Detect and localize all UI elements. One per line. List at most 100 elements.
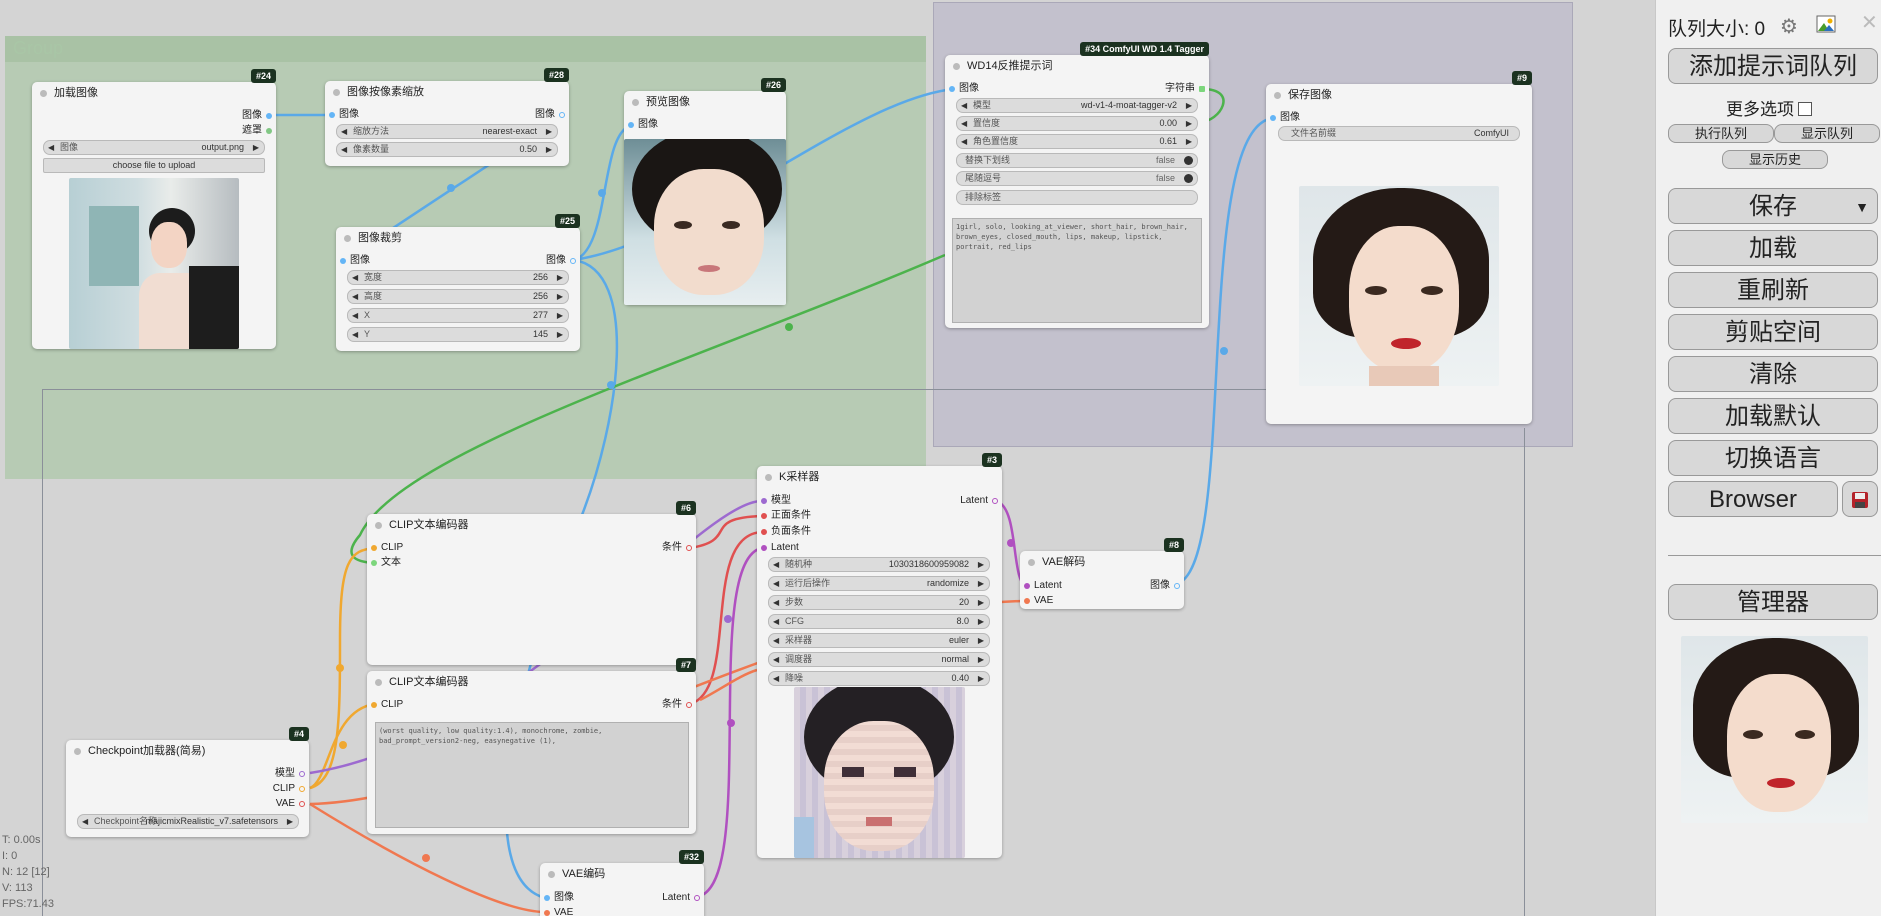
output-model[interactable]: 模型 <box>275 768 305 780</box>
socket-dot[interactable] <box>299 786 305 792</box>
output-mask[interactable]: 遮罩 <box>242 125 272 137</box>
widget-scheduler[interactable]: ◀ 调度器 normal ▶ <box>768 652 990 667</box>
right-arrow-icon[interactable]: ▶ <box>546 143 552 156</box>
toggle-trailing-comma[interactable]: 尾随逗号 false <box>956 171 1198 186</box>
socket-dot[interactable] <box>371 702 377 708</box>
node-ksampler[interactable]: #3 K采样器 模型 正面条件 负面条件 Latent Latent ◀ 随机种 1… <box>757 453 1002 858</box>
left-arrow-icon[interactable]: ◀ <box>48 141 54 154</box>
socket-dot[interactable] <box>544 895 550 901</box>
load-button[interactable]: 加载 <box>1668 230 1878 266</box>
dropdown-arrow-icon[interactable]: ▼ <box>1855 189 1869 225</box>
input-model[interactable]: 模型 <box>761 495 791 507</box>
save-button[interactable]: 保存 ▼ <box>1668 188 1878 224</box>
node-title[interactable]: 保存图像 <box>1266 84 1532 106</box>
socket-dot[interactable] <box>628 122 634 128</box>
left-arrow-icon[interactable]: ◀ <box>352 290 358 303</box>
left-arrow-icon[interactable]: ◀ <box>773 634 779 647</box>
output-vae[interactable]: VAE <box>276 798 305 810</box>
node-title[interactable]: WD14反推提示词 <box>945 55 1209 77</box>
left-arrow-icon[interactable]: ◀ <box>352 309 358 322</box>
right-arrow-icon[interactable]: ▶ <box>253 141 259 154</box>
widget-width[interactable]: ◀ 宽度 256 ▶ <box>347 270 569 285</box>
queue-prompt-button[interactable]: 添加提示词队列 <box>1668 48 1878 84</box>
input-positive[interactable]: 正面条件 <box>761 510 811 522</box>
node-title[interactable]: VAE编码 <box>540 863 704 885</box>
widget-x[interactable]: ◀ X 277 ▶ <box>347 308 569 323</box>
socket-dot[interactable] <box>299 801 305 807</box>
graph-canvas[interactable]: Group #24 加载图像 图像 遮罩 ◀ 图像 output.png ▶ c… <box>0 0 1655 916</box>
input-vae[interactable]: VAE <box>544 907 573 916</box>
node-title[interactable]: CLIP文本编码器 <box>367 514 696 536</box>
socket-dot[interactable] <box>992 498 998 504</box>
socket-dot[interactable] <box>1024 598 1030 604</box>
node-title[interactable]: CLIP文本编码器 <box>367 671 696 693</box>
socket-dot[interactable] <box>266 113 272 119</box>
left-arrow-icon[interactable]: ◀ <box>352 271 358 284</box>
extra-options-checkbox[interactable] <box>1798 102 1812 116</box>
widget-sampler[interactable]: ◀ 采样器 euler ▶ <box>768 633 990 648</box>
output-image[interactable]: 图像 <box>546 255 576 267</box>
widget-filename-prefix[interactable]: 文件名前缀 ComfyUI <box>1278 126 1520 141</box>
socket-dot[interactable] <box>1024 583 1030 589</box>
node-vae-decode[interactable]: #8 VAE解码 Latent VAE 图像 <box>1020 538 1184 609</box>
widget-height[interactable]: ◀ 高度 256 ▶ <box>347 289 569 304</box>
output-string[interactable]: 字符串 <box>1165 83 1205 95</box>
right-arrow-icon[interactable]: ▶ <box>978 634 984 647</box>
node-clip-text-encode-negative[interactable]: #7 CLIP文本编码器 CLIP 条件 (worst quality, low… <box>367 658 696 834</box>
output-conditioning[interactable]: 条件 <box>662 699 692 711</box>
widget-megapixels[interactable]: ◀ 像素数量 0.50 ▶ <box>336 142 558 157</box>
left-arrow-icon[interactable]: ◀ <box>773 615 779 628</box>
input-latent[interactable]: Latent <box>761 542 799 554</box>
widget-denoise[interactable]: ◀ 降噪 0.40 ▶ <box>768 671 990 686</box>
gear-icon[interactable]: ⚙ <box>1780 14 1798 39</box>
input-image[interactable]: 图像 <box>340 255 370 267</box>
input-latent[interactable]: Latent <box>1024 580 1062 592</box>
group-title[interactable]: Group <box>13 38 63 59</box>
socket-dot[interactable] <box>686 545 692 551</box>
tags-output-text[interactable]: 1girl, solo, looking_at_viewer, short_ha… <box>952 218 1202 323</box>
socket-dot[interactable] <box>340 258 346 264</box>
socket-dot[interactable] <box>1270 115 1276 121</box>
node-load-image[interactable]: #24 加载图像 图像 遮罩 ◀ 图像 output.png ▶ choose … <box>32 69 276 349</box>
widget-image-select[interactable]: ◀ 图像 output.png ▶ <box>43 140 265 155</box>
right-arrow-icon[interactable]: ▶ <box>1186 99 1192 112</box>
socket-dot[interactable] <box>299 771 305 777</box>
negative-prompt-text[interactable]: (worst quality, low quality:1.4), monoch… <box>375 722 689 828</box>
left-arrow-icon[interactable]: ◀ <box>773 558 779 571</box>
right-arrow-icon[interactable]: ▶ <box>978 577 984 590</box>
left-arrow-icon[interactable]: ◀ <box>961 117 967 130</box>
output-latent[interactable]: Latent <box>960 495 998 507</box>
view-history-button[interactable]: 显示历史 <box>1722 150 1828 169</box>
output-image[interactable]: 图像 <box>535 109 565 121</box>
output-latent[interactable]: Latent <box>662 892 700 904</box>
right-arrow-icon[interactable]: ▶ <box>978 672 984 685</box>
widget-model[interactable]: ◀ 模型 wd-v1-4-moat-tagger-v2 ▶ <box>956 98 1198 113</box>
output-image[interactable]: 图像 <box>1150 580 1180 592</box>
node-vae-encode[interactable]: #32 VAE编码 图像 VAE Latent <box>540 850 704 916</box>
load-default-button[interactable]: 加载默认 <box>1668 398 1878 434</box>
right-arrow-icon[interactable]: ▶ <box>978 615 984 628</box>
toggle-knob-icon[interactable] <box>1184 174 1193 183</box>
widget-character-threshold[interactable]: ◀ 角色置信度 0.61 ▶ <box>956 134 1198 149</box>
socket-dot[interactable] <box>761 498 767 504</box>
node-title[interactable]: Checkpoint加载器(简易) <box>66 740 309 762</box>
socket-dot[interactable] <box>686 702 692 708</box>
right-arrow-icon[interactable]: ▶ <box>978 596 984 609</box>
left-arrow-icon[interactable]: ◀ <box>773 653 779 666</box>
socket-dot[interactable] <box>694 895 700 901</box>
right-arrow-icon[interactable]: ▶ <box>287 815 293 828</box>
node-title[interactable]: 图像按像素缩放 <box>325 81 569 103</box>
node-checkpoint-loader[interactable]: #4 Checkpoint加载器(简易) 模型 CLIP VAE ◀ Checkp… <box>66 727 309 837</box>
left-arrow-icon[interactable]: ◀ <box>341 143 347 156</box>
node-title[interactable]: VAE解码 <box>1020 551 1184 573</box>
right-arrow-icon[interactable]: ▶ <box>557 309 563 322</box>
socket-dot[interactable] <box>761 513 767 519</box>
close-icon[interactable]: ✕ <box>1861 10 1878 35</box>
right-arrow-icon[interactable]: ▶ <box>557 290 563 303</box>
right-arrow-icon[interactable]: ▶ <box>978 558 984 571</box>
right-arrow-icon[interactable]: ▶ <box>1186 135 1192 148</box>
node-save-image[interactable]: #9 保存图像 图像 文件名前缀 ComfyUI <box>1266 71 1532 424</box>
right-arrow-icon[interactable]: ▶ <box>557 271 563 284</box>
left-arrow-icon[interactable]: ◀ <box>352 328 358 341</box>
right-arrow-icon[interactable]: ▶ <box>978 653 984 666</box>
